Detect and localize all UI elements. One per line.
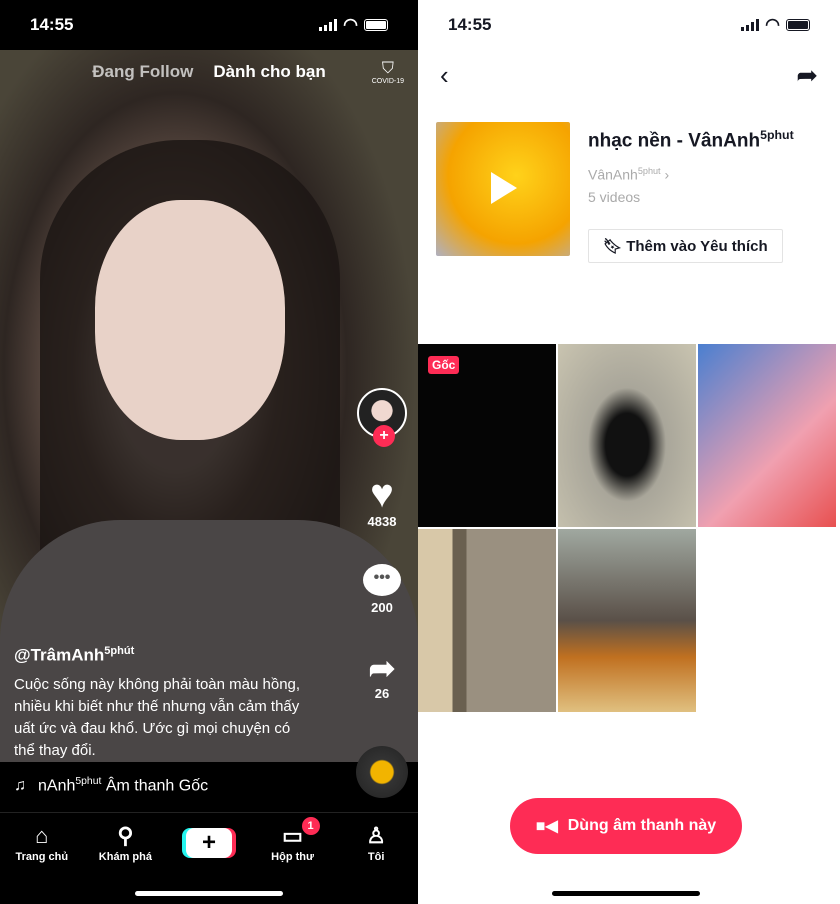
status-bar: 14:55 ◠	[0, 0, 418, 50]
home-icon: ⌂	[35, 822, 49, 848]
video-thumbnail[interactable]	[558, 344, 696, 527]
video-grid: Gốc	[418, 344, 840, 712]
home-indicator	[552, 891, 700, 896]
video-caption: Cuộc sống này không phải toàn màu hồng, …	[14, 675, 301, 759]
signal-icon	[319, 19, 338, 31]
video-feed-screen: 14:55 ◠ Đang Follow Dành cho bạn ⛉ COVID-…	[0, 0, 418, 904]
bottom-nav: ⌂ Trang chủ ⚲ Khám phá + ▭ 1 Hộp thư ♙ Tôi	[0, 812, 418, 872]
sound-cover[interactable]	[436, 122, 570, 256]
music-disc[interactable]	[356, 746, 408, 798]
video-count: 5 videos	[588, 188, 641, 205]
signal-icon	[741, 19, 760, 31]
like-button[interactable]: ♥ 4838	[354, 474, 410, 529]
video-thumbnail[interactable]	[698, 344, 836, 527]
battery-icon	[786, 19, 810, 31]
wifi-icon: ◠	[765, 15, 780, 34]
shield-icon: ⛉	[381, 60, 394, 77]
follow-plus-icon[interactable]: +	[373, 425, 395, 447]
sound-title: nhạc nền - VânAnh5phut	[588, 128, 794, 152]
video-thumbnail[interactable]	[418, 529, 556, 712]
status-time: 14:55	[448, 15, 492, 34]
nav-home[interactable]: ⌂ Trang chủ	[7, 823, 77, 863]
status-bar: 14:55 ◠	[418, 0, 840, 50]
nav-create[interactable]: +	[174, 827, 244, 858]
battery-icon	[364, 19, 388, 31]
original-badge: Gốc	[428, 356, 460, 374]
inbox-badge: 1	[301, 816, 320, 835]
search-icon: ⚲	[117, 822, 134, 848]
nav-discover[interactable]: ⚲ Khám phá	[90, 823, 160, 863]
nav-inbox[interactable]: ▭ 1 Hộp thư	[258, 816, 328, 863]
use-sound-button[interactable]: ■◀ Dùng âm thanh này	[510, 798, 742, 854]
share-button[interactable]: ➦ 26	[354, 650, 410, 701]
username-link[interactable]: @TrâmAnh5phút	[14, 645, 314, 666]
tab-for-you[interactable]: Dành cho bạn	[213, 62, 325, 82]
video-thumbnail[interactable]	[558, 529, 696, 712]
comment-icon: •••	[363, 564, 401, 596]
add-favorite-button[interactable]: 🔖︎ Thêm vào Yêu thích	[588, 228, 783, 263]
wifi-icon: ◠	[343, 15, 358, 34]
nav-profile[interactable]: ♙ Tôi	[341, 823, 411, 863]
sound-detail-screen: 14:55 ◠ ‹ ➦ nhạc nền - VânAnh5phut VânAnh…	[418, 0, 840, 904]
status-time: 14:55	[30, 15, 74, 34]
covid-button[interactable]: ⛉ COVID-19	[372, 60, 404, 85]
share-icon: ➦	[368, 650, 396, 686]
heart-icon: ♥	[370, 472, 394, 516]
tab-following[interactable]: Đang Follow	[92, 62, 193, 82]
back-icon[interactable]: ‹	[440, 60, 449, 91]
video-thumbnail[interactable]: Gốc	[418, 344, 556, 527]
bookmark-icon: 🔖︎	[603, 237, 623, 255]
plus-icon: +	[185, 827, 232, 858]
profile-icon: ♙	[366, 822, 387, 848]
play-icon	[491, 172, 517, 204]
home-indicator	[135, 891, 283, 896]
creator-avatar[interactable]: +	[354, 388, 410, 447]
share-icon[interactable]: ➦	[796, 60, 818, 91]
sound-author-link[interactable]: VânAnh5phut ›	[588, 166, 794, 183]
video-camera-icon: ■◀	[535, 818, 558, 835]
music-note-icon: ♫	[14, 777, 26, 794]
comment-button[interactable]: ••• 200	[354, 562, 410, 615]
